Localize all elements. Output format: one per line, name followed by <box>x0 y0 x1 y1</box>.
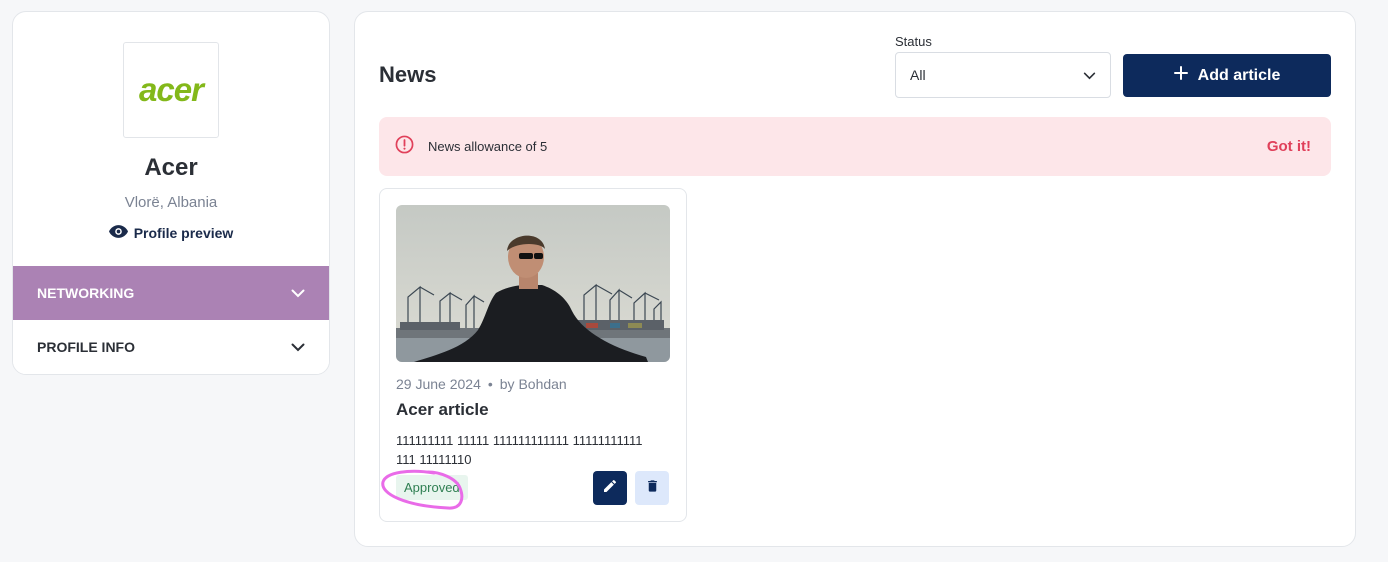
news-panel: News Status All Add article News allowan… <box>354 11 1356 547</box>
company-logo: acer <box>123 42 219 138</box>
allowance-alert: News allowance of 5 Got it! <box>379 117 1331 176</box>
article-title: Acer article <box>396 400 489 419</box>
pencil-icon <box>602 478 618 499</box>
logo-wordmark: acer <box>139 71 204 108</box>
profile-card: acer Acer Vlorë, Albania Profile preview… <box>12 11 330 375</box>
article-date: 29 June 2024 <box>396 376 481 392</box>
chevron-down-icon <box>291 339 305 355</box>
alert-dismiss-button[interactable]: Got it! <box>1267 138 1311 155</box>
status-filter-value: All <box>910 67 926 83</box>
status-filter-label: Status <box>895 34 932 49</box>
page-title: News <box>379 62 437 87</box>
sidebar-item-label: NETWORKING <box>37 285 135 301</box>
sidebar-item-label: PROFILE INFO <box>37 339 135 355</box>
article-image <box>396 205 670 362</box>
article-meta: 29 June 2024 • by Bohdan <box>396 376 567 392</box>
plus-icon <box>1173 66 1188 85</box>
status-badge: Approved <box>396 475 468 500</box>
alert-message: News allowance of 5 <box>428 139 548 154</box>
add-article-label: Add article <box>1197 66 1281 84</box>
article-author: by Bohdan <box>499 376 567 392</box>
article-card: 29 June 2024 • by Bohdan Acer article 11… <box>379 188 687 522</box>
meta-separator: • <box>487 376 493 392</box>
article-excerpt: 111111111 11111 111111111111 11111111111… <box>396 433 643 467</box>
company-name: Acer <box>144 154 198 181</box>
delete-article-button[interactable] <box>635 471 669 505</box>
profile-preview-label: Profile preview <box>133 225 234 241</box>
sidebar-item-profile-info[interactable]: PROFILE INFO <box>13 320 329 374</box>
profile-preview-link[interactable]: Profile preview <box>13 225 329 241</box>
trash-icon <box>645 478 660 499</box>
alert-circle-icon <box>395 135 414 159</box>
eye-icon <box>108 225 128 241</box>
company-location: Vlorë, Albania <box>124 194 218 211</box>
status-filter-select[interactable]: All <box>895 52 1111 98</box>
chevron-down-icon <box>291 285 305 301</box>
add-article-button[interactable]: Add article <box>1123 54 1331 97</box>
sidebar-item-networking[interactable]: NETWORKING <box>13 266 329 320</box>
edit-article-button[interactable] <box>593 471 627 505</box>
chevron-down-icon <box>1083 67 1096 83</box>
